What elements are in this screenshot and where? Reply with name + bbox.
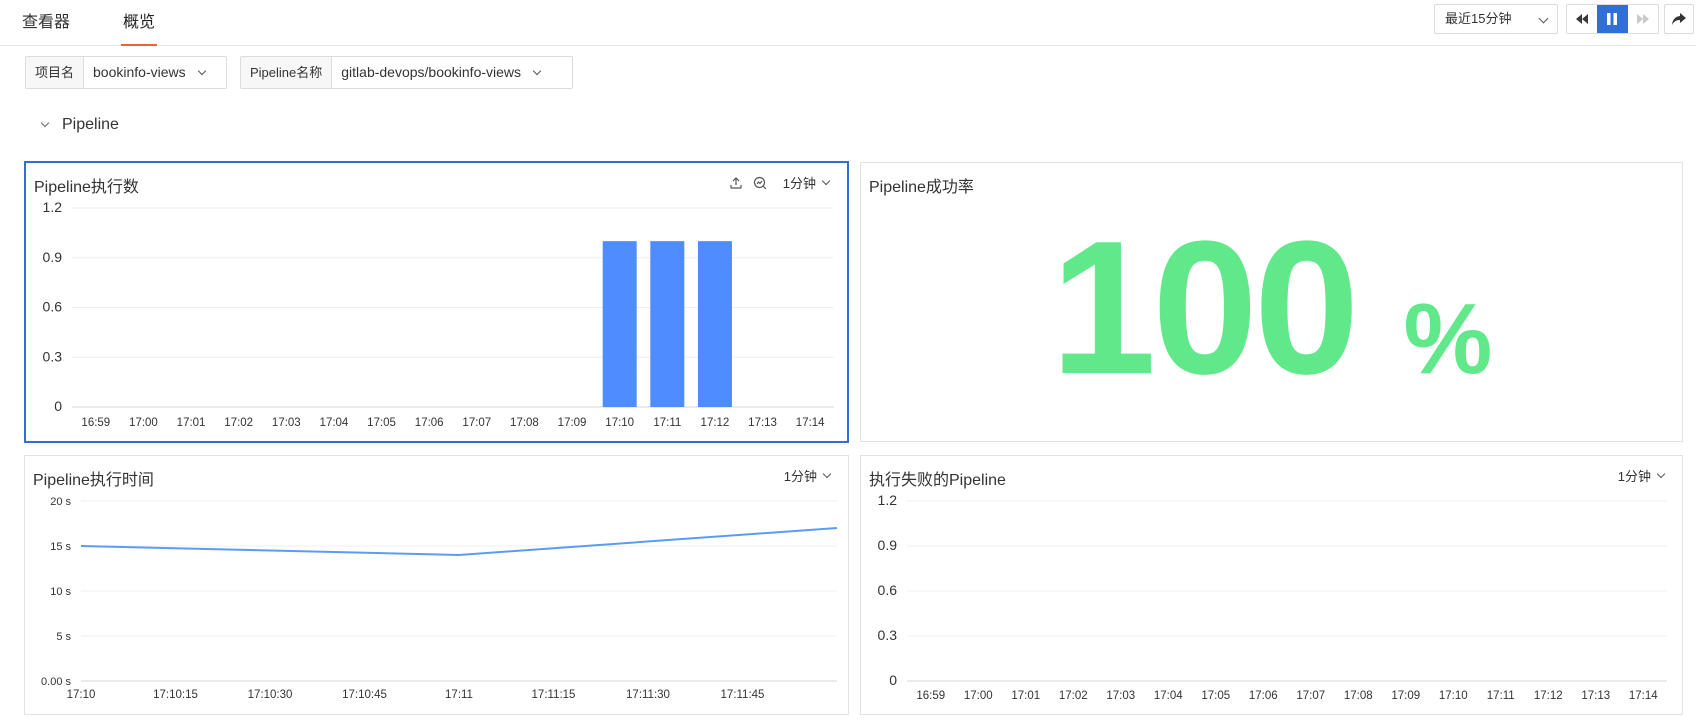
pipeline-section-toggle[interactable]: Pipeline [36, 116, 119, 134]
x-tick-label: 17:07 [1296, 690, 1325, 702]
x-tick-label: 17:07 [462, 417, 491, 429]
y-tick-label: 0.9 [878, 537, 898, 553]
y-tick-label: 10 s [50, 586, 71, 598]
time-range-select[interactable]: 最近15分钟 [1434, 4, 1558, 34]
x-tick-label: 17:11 [1487, 690, 1515, 702]
x-tick-label: 17:10 [1439, 690, 1468, 702]
x-tick-label: 17:00 [964, 690, 993, 702]
success-rate-number: 100 [1050, 202, 1360, 414]
y-tick-label: 0.6 [43, 299, 63, 315]
y-tick-label: 20 s [50, 496, 71, 508]
series-line [80, 527, 838, 557]
time-range-value: 最近15分钟 [1445, 11, 1512, 26]
tab-viewer[interactable]: 查看器 [22, 8, 70, 46]
x-tick-label: 17:12 [701, 417, 730, 429]
dashboard-app: 查看器 概览 最近15分钟 项目名 bookinfo-views Pipelin… [0, 0, 1696, 727]
x-tick-label: 17:00 [129, 417, 158, 429]
x-tick-label: 17:11:30 [626, 689, 670, 701]
bar [602, 241, 637, 407]
project-select[interactable]: bookinfo-views [84, 57, 216, 88]
pipeline-select[interactable]: gitlab-devops/bookinfo-views [332, 57, 551, 88]
y-tick-label: 1.2 [43, 199, 63, 215]
x-tick-label: 17:04 [1154, 690, 1183, 702]
y-tick-label: 0.00 s [41, 676, 71, 688]
section-title: Pipeline [62, 116, 119, 133]
x-tick-label: 17:08 [1344, 690, 1373, 702]
pause-button[interactable] [1597, 5, 1628, 33]
x-tick-label: 17:01 [177, 417, 206, 429]
x-tick-label: 17:11:45 [721, 689, 765, 701]
x-tick-label: 17:03 [272, 417, 301, 429]
chevron-down-icon [40, 118, 50, 128]
x-tick-label: 17:14 [796, 417, 825, 429]
share-button[interactable] [1664, 4, 1694, 34]
x-tick-label: 17:09 [558, 417, 587, 429]
failed-chart: 0 0.3 0.6 0.9 1.2 16:59 17:00 17:01 17:02 17:03 17… [878, 492, 1667, 702]
duration-panel[interactable]: Pipeline执行时间 1分钟 0.00 s5 s 10 s 15 s 20 s 17… [24, 455, 849, 715]
pipeline-filter-label: Pipeline名称 [241, 57, 333, 88]
executions-panel[interactable]: Pipeline执行数 1分钟 0 0.3 0.6 0.9 1.2 16:59 17:00 1… [24, 161, 849, 443]
x-tick-label: 17:05 [1201, 690, 1230, 702]
y-tick-label: 0.3 [43, 348, 63, 364]
x-tick-label: 17:10 [67, 689, 96, 701]
x-tick-label: 17:05 [367, 417, 396, 429]
playback-controls [1566, 4, 1659, 34]
bar [697, 241, 732, 407]
x-tick-label: 17:10:30 [248, 689, 293, 701]
bar [650, 241, 685, 407]
x-tick-label: 17:06 [1249, 690, 1278, 702]
y-tick-label: 0.6 [878, 582, 898, 598]
project-select-value: bookinfo-views [93, 64, 186, 80]
x-tick-label: 17:02 [224, 417, 253, 429]
x-tick-label: 17:11:15 [532, 689, 576, 701]
project-filter-label: 项目名 [26, 57, 85, 88]
tab-overview[interactable]: 概览 [120, 8, 158, 46]
x-tick-label: 17:13 [748, 417, 777, 429]
x-tick-label: 17:11 [445, 689, 473, 701]
y-tick-label: 5 s [56, 631, 71, 643]
x-tick-label: 17:10:45 [342, 689, 387, 701]
pause-icon [1607, 13, 1618, 25]
y-tick-label: 1.2 [878, 492, 898, 508]
y-tick-label: 15 s [50, 541, 71, 553]
chevron-down-icon [197, 66, 206, 76]
fast-forward-icon [1636, 14, 1649, 24]
x-tick-label: 17:09 [1391, 690, 1420, 702]
fast-forward-button[interactable] [1627, 5, 1658, 33]
x-tick-label: 17:10:15 [153, 689, 198, 701]
x-tick-label: 17:11 [653, 417, 681, 429]
success-rate-value: 100% [861, 208, 1682, 408]
x-tick-label: 17:01 [1011, 690, 1040, 702]
chevron-down-icon [1538, 13, 1549, 24]
x-tick-label: 17:06 [415, 417, 444, 429]
duration-chart: 0.00 s 5 s 10 s 15 s 20 s 17:10 17:10:15 17:10:… [41, 496, 838, 701]
x-tick-label: 17:08 [510, 417, 539, 429]
top-tab-bar: 查看器 概览 最近15分钟 [0, 0, 1696, 46]
rewind-icon [1576, 14, 1589, 24]
x-tick-label: 17:12 [1534, 690, 1563, 702]
panel-title: Pipeline成功率 [869, 179, 974, 196]
x-tick-label: 17:04 [320, 417, 349, 429]
x-tick-label: 16:59 [916, 690, 945, 702]
share-icon [1672, 13, 1686, 25]
x-tick-label: 17:10 [605, 417, 634, 429]
x-tick-label: 16:59 [81, 417, 110, 429]
y-tick-label: 0 [889, 672, 897, 688]
rewind-button[interactable] [1567, 5, 1598, 33]
y-tick-label: 0.3 [878, 627, 898, 643]
pipeline-filter: Pipeline名称 gitlab-devops/bookinfo-views [240, 56, 573, 89]
x-tick-label: 17:13 [1581, 690, 1610, 702]
executions-chart: 0 0.3 0.6 0.9 1.2 16:59 17:00 17:01 17:02 17:03 17… [43, 199, 834, 429]
chevron-down-icon [532, 66, 542, 76]
failed-panel[interactable]: 执行失败的Pipeline 1分钟 0 0.3 0.6 0.9 1.2 16:59 17:0… [860, 455, 1683, 715]
project-filter: 项目名 bookinfo-views [25, 56, 227, 89]
x-tick-label: 17:02 [1059, 690, 1088, 702]
x-tick-label: 17:14 [1629, 690, 1658, 702]
x-tick-label: 17:03 [1106, 690, 1135, 702]
success-rate-panel[interactable]: Pipeline成功率 100% [860, 162, 1683, 442]
success-rate-unit: % [1403, 283, 1493, 395]
y-tick-label: 0 [54, 398, 62, 414]
y-tick-label: 0.9 [43, 249, 63, 265]
pipeline-select-value: gitlab-devops/bookinfo-views [341, 64, 522, 80]
